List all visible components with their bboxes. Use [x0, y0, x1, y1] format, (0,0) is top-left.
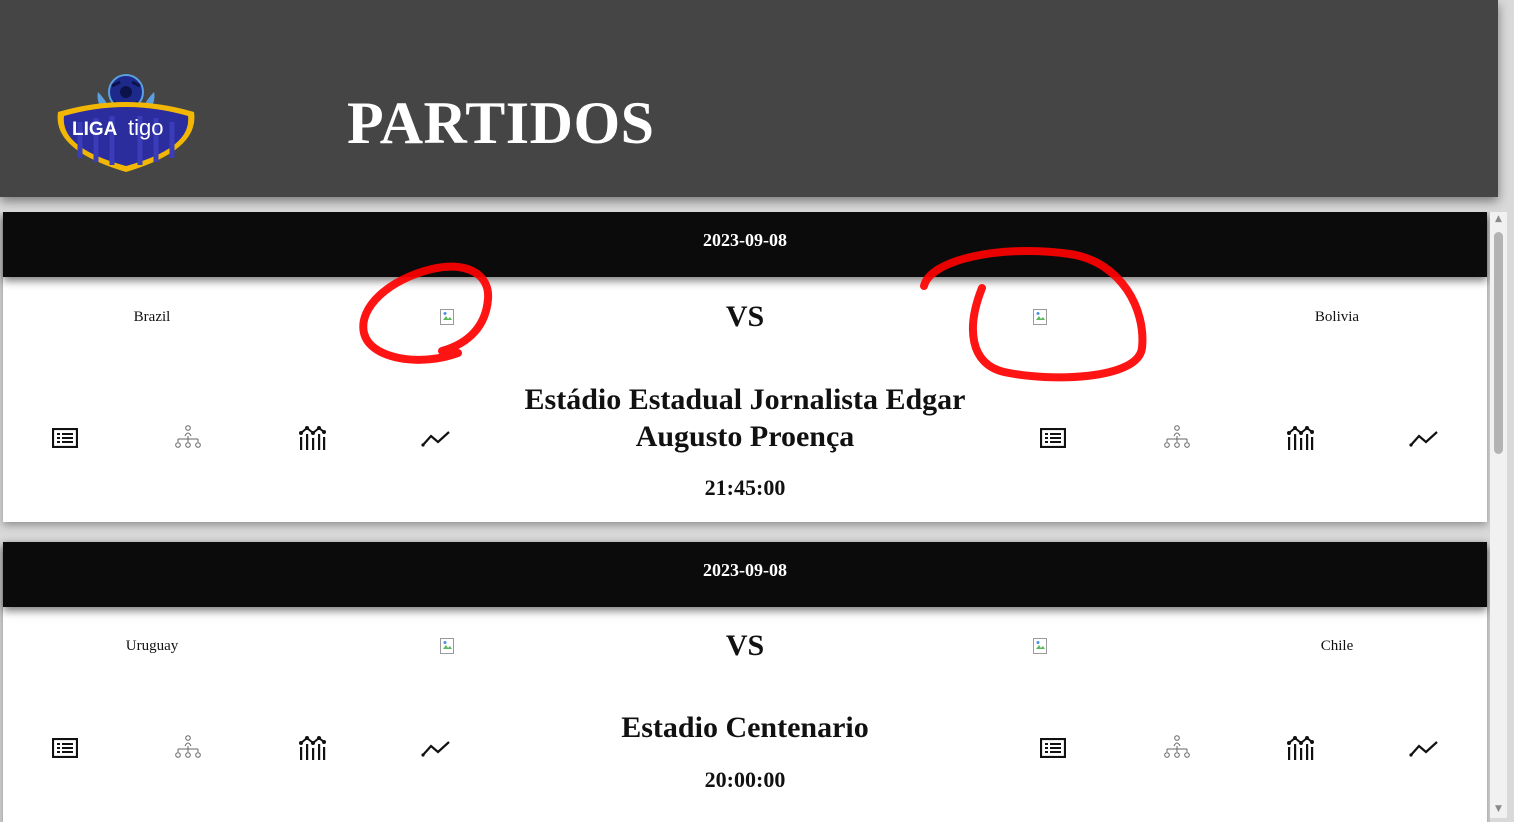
home-lineup-list-button[interactable] [50, 423, 80, 453]
match-card: 2023-09-08 Uruguay VS Chile Estadio Cent… [3, 542, 1487, 822]
scrollbar[interactable]: ▲ ▼ [1490, 212, 1507, 818]
trend-icon [1409, 431, 1438, 447]
away-trend-button[interactable] [1409, 423, 1439, 453]
away-formation-button[interactable] [1162, 733, 1192, 763]
away-formation-button[interactable] [1162, 423, 1192, 453]
logo-text-liga: LIGA [72, 119, 118, 140]
home-stats-button[interactable] [297, 733, 327, 763]
away-lineup-list-button[interactable] [1038, 733, 1068, 763]
home-lineup-list-button[interactable] [50, 733, 80, 763]
stats-icon [299, 736, 326, 760]
match-date: 2023-09-08 [3, 212, 1487, 277]
scroll-down-arrow-icon[interactable]: ▼ [1490, 802, 1507, 816]
matches-list: 2023-09-08 Brazil VS Bolivia Estádio Est… [0, 212, 1490, 822]
stadium-name: Estadio Centenario [621, 711, 869, 744]
stats-icon [299, 426, 326, 450]
trend-icon [1409, 741, 1438, 757]
away-stats-button[interactable] [1285, 423, 1315, 453]
list-icon [1040, 738, 1066, 758]
trend-icon [421, 431, 450, 447]
away-team-flag-broken-image-icon [1033, 309, 1047, 325]
hierarchy-icon [175, 735, 201, 758]
scroll-up-arrow-icon[interactable]: ▲ [1490, 212, 1507, 226]
match-time: 21:45:00 [704, 475, 786, 500]
away-team-name: Bolivia [1314, 309, 1360, 325]
trend-icon [421, 741, 450, 757]
home-formation-button[interactable] [173, 733, 203, 763]
home-trend-button[interactable] [421, 423, 451, 453]
logo-text-tigo: tigo [128, 115, 163, 140]
match-card: 2023-09-08 Brazil VS Bolivia Estádio Est… [3, 212, 1487, 522]
match-time: 20:00:00 [704, 767, 786, 792]
stadium-name: Estádio Estadual Jornalista Edgar August… [524, 383, 966, 453]
page-title: PARTIDOS [347, 90, 655, 156]
liga-tigo-logo: LIGA tigo [57, 74, 195, 172]
match-date: 2023-09-08 [3, 542, 1487, 607]
away-team-flag-broken-image-icon [1033, 638, 1047, 654]
away-lineup-list-button[interactable] [1038, 423, 1068, 453]
home-trend-button[interactable] [421, 733, 451, 763]
home-formation-button[interactable] [173, 423, 203, 453]
hierarchy-icon [1164, 425, 1190, 448]
away-stats-button[interactable] [1285, 733, 1315, 763]
app-header: LIGA tigo PARTIDOS [0, 0, 1498, 197]
list-icon [52, 428, 78, 448]
away-team-name: Chile [1320, 638, 1354, 654]
stats-icon [1287, 426, 1314, 450]
hierarchy-icon [1164, 735, 1190, 758]
page: LIGA tigo PARTIDOS 2023-09-08 Brazil VS … [0, 0, 1514, 822]
home-stats-button[interactable] [297, 423, 327, 453]
list-icon [1040, 428, 1066, 448]
list-icon [52, 738, 78, 758]
hierarchy-icon [175, 425, 201, 448]
away-trend-button[interactable] [1409, 733, 1439, 763]
scroll-thumb[interactable] [1494, 232, 1503, 454]
stats-icon [1287, 736, 1314, 760]
